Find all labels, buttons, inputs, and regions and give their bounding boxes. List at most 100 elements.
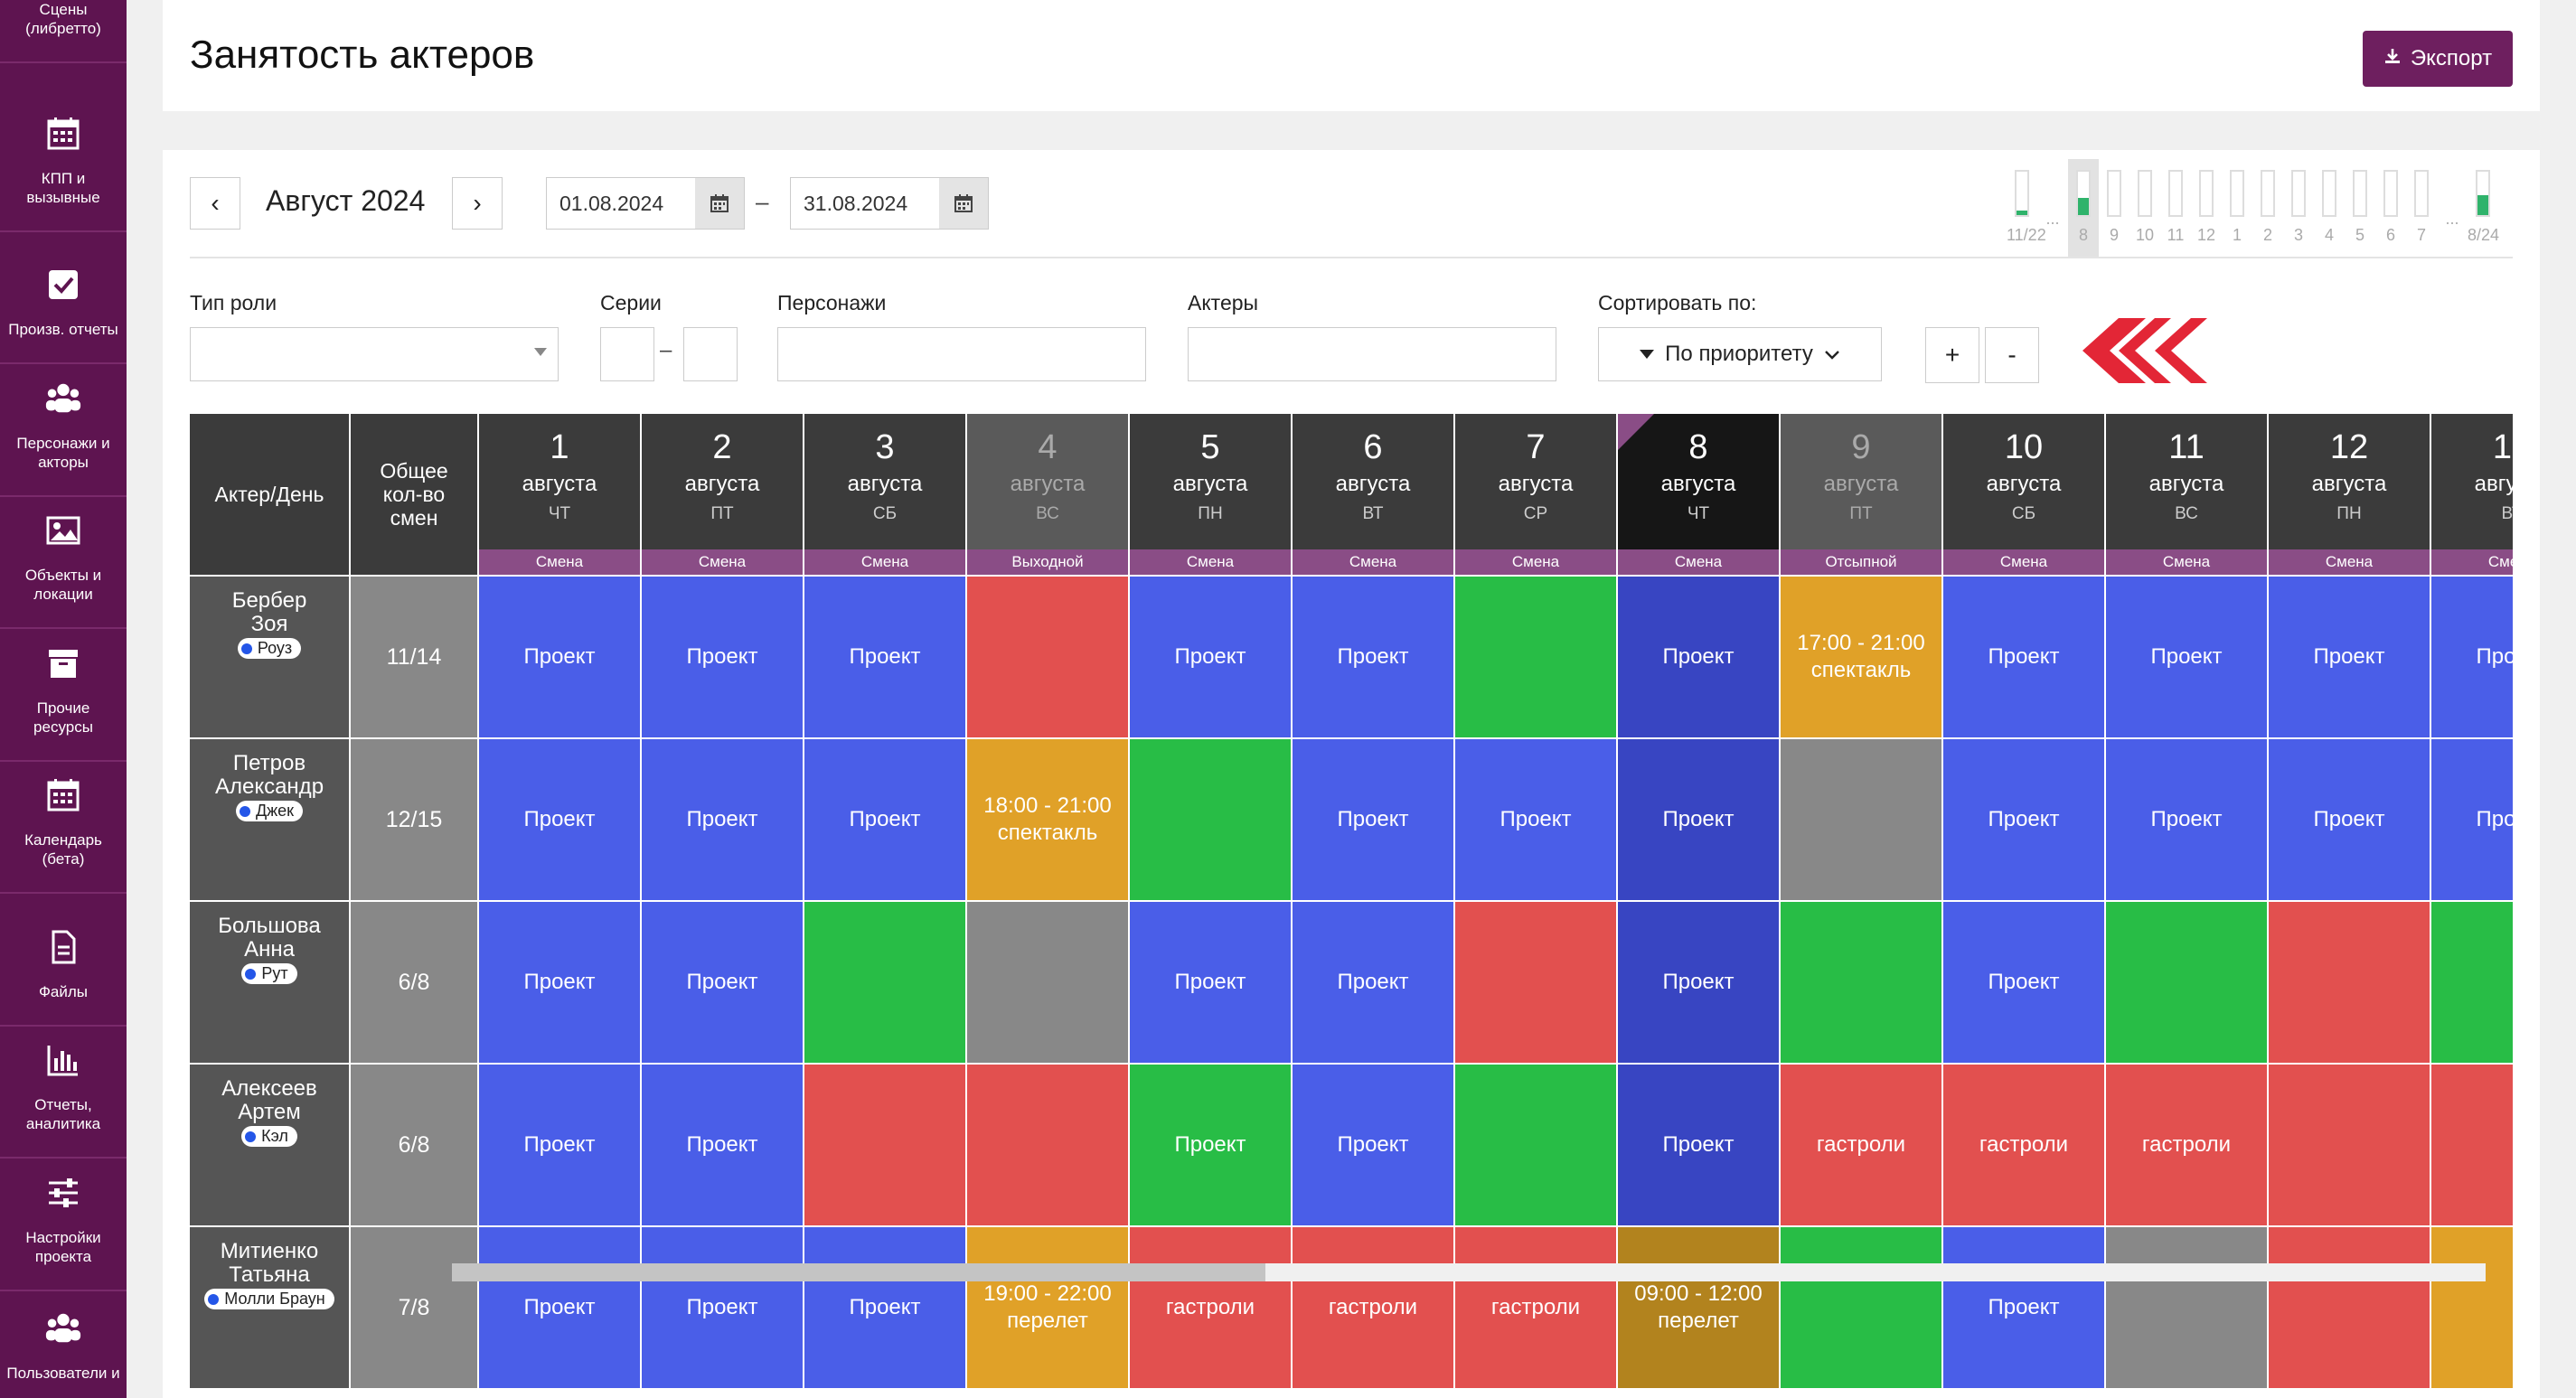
sidebar-item-3[interactable]: Персонажи и акторы: [0, 365, 127, 497]
schedule-cell[interactable]: [804, 1063, 967, 1225]
schedule-cell[interactable]: [2106, 1225, 2269, 1388]
schedule-cell[interactable]: Проект: [1293, 1063, 1455, 1225]
mini-timeline-item[interactable]: 5: [2345, 159, 2375, 258]
schedule-cell[interactable]: гастроли: [1455, 1225, 1618, 1388]
schedule-cell[interactable]: Проект: [1618, 900, 1781, 1063]
horizontal-scrollbar-thumb[interactable]: [452, 1263, 1265, 1281]
schedule-cell[interactable]: [967, 1063, 1130, 1225]
schedule-cell[interactable]: Проект: [479, 1225, 642, 1388]
schedule-cell[interactable]: [967, 900, 1130, 1063]
mini-timeline-item[interactable]: 11: [2160, 159, 2191, 258]
day-header[interactable]: 3 августа СБ Смена: [804, 414, 967, 575]
schedule-cell[interactable]: Проект: [1943, 575, 2106, 737]
schedule-cell[interactable]: Проект: [2269, 575, 2431, 737]
day-header[interactable]: 11 августа ВС Смена: [2106, 414, 2269, 575]
schedule-cell[interactable]: [1130, 737, 1293, 900]
schedule-cell[interactable]: Проект: [804, 737, 967, 900]
schedule-cell[interactable]: [2431, 1225, 2513, 1388]
zoom-out-button[interactable]: -: [1985, 327, 2039, 383]
sidebar-item-1[interactable]: КПП и вызывные: [0, 100, 127, 232]
day-header[interactable]: 9 августа ПТ Отсыпной: [1781, 414, 1943, 575]
schedule-cell[interactable]: [1781, 900, 1943, 1063]
schedule-cell[interactable]: 17:00 - 21:00 спектакль: [1781, 575, 1943, 737]
actor-cell[interactable]: Алексеев Артем Кэл: [190, 1063, 351, 1225]
sidebar-item-9[interactable]: Настройки проекта: [0, 1159, 127, 1291]
day-header[interactable]: 13 августа ВТ Смена: [2431, 414, 2513, 575]
schedule-cell[interactable]: гастроли: [1130, 1225, 1293, 1388]
schedule-cell[interactable]: Проект: [479, 575, 642, 737]
calendar-icon[interactable]: [939, 178, 988, 229]
schedule-cell[interactable]: [1455, 1063, 1618, 1225]
schedule-cell[interactable]: 09:00 - 12:00 перелет: [1618, 1225, 1781, 1388]
zoom-in-button[interactable]: +: [1925, 327, 1979, 383]
schedule-cell[interactable]: [1781, 737, 1943, 900]
mini-timeline-item[interactable]: 1: [2222, 159, 2252, 258]
schedule-cell[interactable]: [1455, 900, 1618, 1063]
schedule-cell[interactable]: гастроли: [1943, 1063, 2106, 1225]
sidebar-item-8[interactable]: Отчеты, аналитика: [0, 1027, 127, 1159]
schedule-cell[interactable]: Проект: [479, 737, 642, 900]
actor-cell[interactable]: Бербер Зоя Роуз: [190, 575, 351, 737]
schedule-cell[interactable]: Проект: [1293, 737, 1455, 900]
schedule-cell[interactable]: Проект: [1293, 900, 1455, 1063]
day-header[interactable]: 2 августа ПТ Смена: [642, 414, 804, 575]
schedule-cell[interactable]: Проект: [1130, 575, 1293, 737]
sidebar-item-4[interactable]: Объекты и локации: [0, 497, 127, 629]
schedule-cell[interactable]: Проект: [642, 737, 804, 900]
mini-timeline-item[interactable]: 8/24: [2468, 159, 2499, 258]
calendar-icon[interactable]: [695, 178, 744, 229]
schedule-cell[interactable]: Проект: [2106, 575, 2269, 737]
sidebar-item-2[interactable]: Произв. отчеты: [0, 232, 127, 364]
series-from-input[interactable]: [600, 327, 654, 381]
schedule-cell[interactable]: Проект: [1293, 575, 1455, 737]
schedule-cell[interactable]: Проект: [1618, 737, 1781, 900]
schedule-cell[interactable]: 18:00 - 21:00 спектакль: [967, 737, 1130, 900]
mini-timeline-item[interactable]: 3: [2283, 159, 2314, 258]
date-to-field[interactable]: 31.08.2024: [790, 177, 989, 230]
mini-timeline-item[interactable]: 4: [2314, 159, 2345, 258]
mini-timeline-item[interactable]: 7: [2406, 159, 2437, 258]
sidebar-item-6[interactable]: Календарь (бета): [0, 762, 127, 894]
schedule-cell[interactable]: гастроли: [1781, 1063, 1943, 1225]
schedule-cell[interactable]: Проект: [1130, 1063, 1293, 1225]
schedule-cell[interactable]: Проект: [2269, 737, 2431, 900]
schedule-cell[interactable]: Проект: [479, 900, 642, 1063]
day-header[interactable]: 6 августа ВТ Смена: [1293, 414, 1455, 575]
day-header[interactable]: 12 августа ПН Смена: [2269, 414, 2431, 575]
schedule-cell[interactable]: [1781, 1225, 1943, 1388]
schedule-cell[interactable]: Проект: [1130, 900, 1293, 1063]
mini-timeline-item[interactable]: 9: [2099, 159, 2129, 258]
sidebar-item-5[interactable]: Прочие ресурсы: [0, 630, 127, 762]
mini-timeline-item[interactable]: 2: [2252, 159, 2283, 258]
actor-cell[interactable]: Митиенко Татьяна Молли Браун: [190, 1225, 351, 1388]
schedule-cell[interactable]: Проект: [1618, 575, 1781, 737]
prev-month-button[interactable]: ‹: [190, 177, 240, 230]
date-from-field[interactable]: 01.08.2024: [546, 177, 745, 230]
collapse-arrows-icon[interactable]: [2064, 314, 2218, 387]
schedule-cell[interactable]: [2431, 900, 2513, 1063]
day-header[interactable]: 8 августа ЧТ Смена: [1618, 414, 1781, 575]
schedule-cell[interactable]: Проект: [804, 1225, 967, 1388]
actor-cell[interactable]: Большова Анна Рут: [190, 900, 351, 1063]
schedule-cell[interactable]: [804, 900, 967, 1063]
schedule-cell[interactable]: Проект: [1943, 737, 2106, 900]
schedule-cell[interactable]: [2269, 900, 2431, 1063]
sidebar-item-10[interactable]: Пользователи и: [0, 1291, 127, 1398]
schedule-cell[interactable]: Проект: [1943, 1225, 2106, 1388]
schedule-cell[interactable]: Проект: [642, 1225, 804, 1388]
actor-cell[interactable]: Петров Александр Джек: [190, 737, 351, 900]
schedule-cell[interactable]: гастроли: [1293, 1225, 1455, 1388]
mini-timeline-item[interactable]: 11/22: [2007, 159, 2046, 258]
schedule-cell[interactable]: Проект: [479, 1063, 642, 1225]
mini-timeline-item[interactable]: 8: [2068, 159, 2099, 258]
mini-timeline-item[interactable]: 10: [2129, 159, 2160, 258]
mini-timeline-item[interactable]: 6: [2375, 159, 2406, 258]
schedule-cell[interactable]: [2106, 900, 2269, 1063]
schedule-cell[interactable]: Проект: [2431, 575, 2513, 737]
schedule-cell[interactable]: Проект: [642, 1063, 804, 1225]
schedule-cell[interactable]: [967, 575, 1130, 737]
day-header[interactable]: 5 августа ПН Смена: [1130, 414, 1293, 575]
mini-timeline-item[interactable]: 12: [2191, 159, 2222, 258]
role-type-select[interactable]: [190, 327, 559, 381]
next-month-button[interactable]: ›: [452, 177, 503, 230]
